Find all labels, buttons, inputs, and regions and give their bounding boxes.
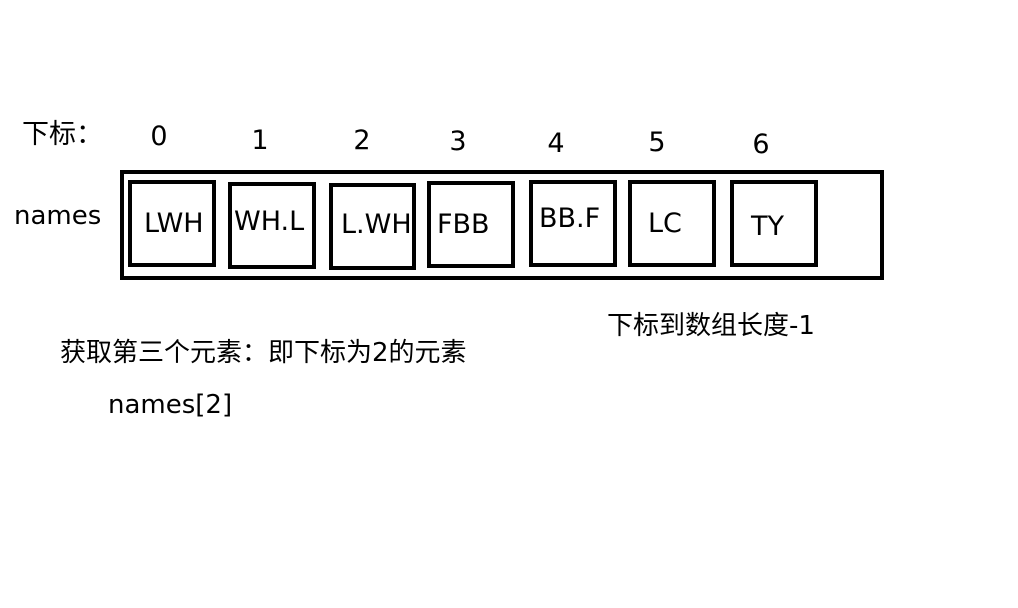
third-element-note: 获取第三个元素：即下标为2的元素 [60,338,467,368]
index-number: 0 [150,121,168,152]
array-element: FBB [437,209,490,240]
index-number: 3 [449,126,467,157]
array-element: LWH [144,208,204,239]
code-expression: names[2] [108,390,233,420]
index-number: 2 [353,125,371,156]
array-name-label: names [14,201,102,231]
array-element: BB.F [539,203,601,234]
array-element: LC [648,208,682,239]
index-range-note: 下标到数组长度-1 [607,311,815,341]
index-label: 下标： [22,119,103,150]
index-number: 6 [752,129,770,160]
array-element: L.WH [341,209,412,240]
index-number: 5 [648,127,666,158]
array-element: WH.L [234,206,305,237]
index-number: 1 [251,125,269,156]
index-number: 4 [547,128,565,159]
array-element: TY [751,211,784,242]
